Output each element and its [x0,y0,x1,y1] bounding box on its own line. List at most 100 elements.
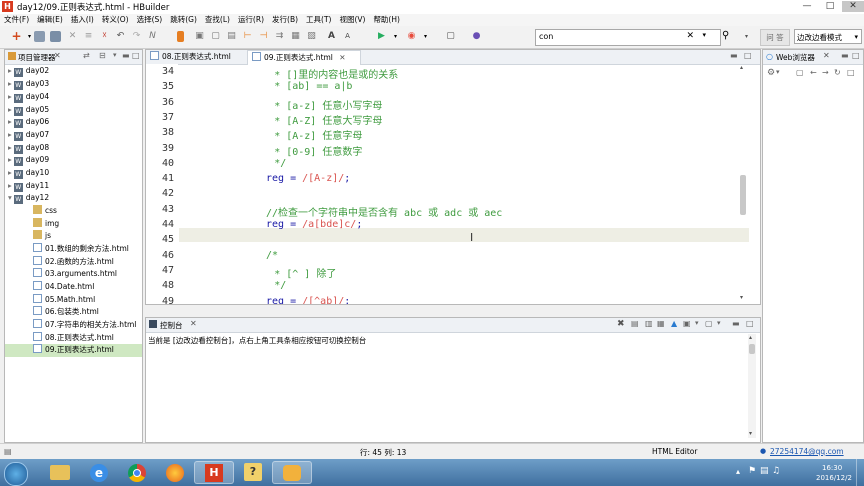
redo-icon[interactable]: ↷ [130,30,143,43]
display-dropdown-icon[interactable]: ▾ [695,319,699,327]
close-tab-icon[interactable]: ✕ [339,53,345,62]
minimize-button[interactable]: — [796,1,818,12]
taskbar-hbuilder[interactable]: H [194,461,234,484]
panel-menu-icon[interactable]: ▾ [113,51,117,59]
menu-help[interactable]: 帮助(H) [369,14,404,26]
tab-08[interactable]: 08.正则表达式.html [146,50,250,64]
search-down-icon[interactable]: ▾ [702,31,706,39]
console-scrollbar[interactable]: ▴ ▾ [748,334,756,438]
taskbar-explorer[interactable] [40,461,80,484]
tree-project-day02[interactable]: ▸ Wday02 [5,65,142,78]
forward-icon[interactable]: → [822,68,829,77]
scroll-down-icon[interactable]: ▾ [749,430,752,437]
code-area[interactable]: * []里的内容也是或的关系 * [ab] == a|b * [a-z] 任意小写字… [146,64,736,304]
flag-icon[interactable]: ⚑ [748,466,756,476]
pin-icon[interactable]: ▲ [671,319,677,328]
taskbar-help[interactable]: ? [234,461,274,484]
scroll-thumb[interactable] [740,175,746,215]
jump-icon[interactable]: ▣ [193,30,206,43]
mode-select[interactable]: 边改边看模式 ▾ [794,29,862,44]
browser-dropdown-icon[interactable]: ▾ [419,30,432,43]
scroll-down-icon[interactable]: ▾ [740,294,743,301]
tree-file[interactable]: 04.Date.html [5,281,142,294]
scroll-up-icon[interactable]: ▴ [740,64,743,71]
search-prev-icon[interactable]: ▾ [740,30,753,43]
scroll-lock-icon[interactable]: ▥ [645,319,653,328]
menu-insert[interactable]: 插入(I) [67,14,98,26]
font-smaller-icon[interactable]: A [341,30,354,43]
minimize-editor-icon[interactable]: ▬ [730,51,738,60]
close-button[interactable]: ✕ [842,1,864,12]
undo-icon[interactable]: ↶ [114,30,127,43]
menu-goto[interactable]: 跳转(G) [166,14,201,26]
tree-file[interactable]: 01.数组的剩余方法.html [5,243,142,256]
browser-run-icon[interactable]: ◉ [405,30,418,43]
search-icon[interactable]: ⚲ [722,30,729,41]
tree-file[interactable]: 05.Math.html [5,294,142,307]
bookmark-icon[interactable] [177,31,184,42]
tree-project-day05[interactable]: ▸ Wday05 [5,104,142,117]
menu-escape[interactable]: 转义(O) [98,14,133,26]
indent-icon[interactable]: ⇉ [273,30,286,43]
network-icon[interactable]: ▤ [760,466,769,476]
taskbar-ie[interactable]: e [80,461,120,484]
gear-dropdown-icon[interactable]: ▾ [776,68,780,76]
view-icon[interactable]: ▢ [209,30,222,43]
tree-project-day06[interactable]: ▸ Wday06 [5,116,142,129]
menu-view[interactable]: 视图(V) [335,14,369,26]
search-input[interactable]: con ✕ ▾ [535,29,721,46]
align-left-icon[interactable]: ⊢ [241,30,254,43]
tree-project-day11[interactable]: ▸ Wday11 [5,180,142,193]
align-right-icon[interactable]: ⊣ [257,30,270,43]
copy-icon[interactable]: ▤ [631,319,639,328]
collapse-icon[interactable]: ▤ [225,30,238,43]
close-console-icon[interactable]: ✕ [190,319,197,328]
ask-button[interactable]: 问 答 [760,29,790,46]
maximize-button[interactable]: □ [819,1,841,12]
plugin-icon[interactable]: ● [470,30,483,43]
menu-run[interactable]: 运行(R) [234,14,268,26]
save-icon[interactable] [34,31,45,42]
tree-project-day04[interactable]: ▸ Wday04 [5,91,142,104]
scroll-up-icon[interactable]: ▴ [749,334,752,341]
clear-console-icon[interactable]: ✖ [617,319,625,329]
tree-project-day09[interactable]: ▸ Wday09 [5,154,142,167]
format-icon[interactable]: ≡ [82,30,95,43]
tree-file[interactable]: 08.正则表达式.html [5,332,142,345]
tree-project-day10[interactable]: ▸ Wday10 [5,167,142,180]
outdent-icon[interactable]: ▦ [289,30,302,43]
new-console-icon[interactable]: ▢ [705,319,713,328]
new-console-dropdown-icon[interactable]: ▾ [717,319,721,327]
taskbar-app[interactable] [272,461,312,484]
menu-find[interactable]: 查找(L) [201,14,234,26]
tree-project-day12[interactable]: ▾ Wday12 [5,192,142,205]
tab-09[interactable]: 09.正则表达式.html ✕ [247,50,361,65]
tray-expand-icon[interactable]: ▴ [736,467,740,476]
close-panel-icon[interactable]: ✕ [54,51,61,60]
tree-file[interactable]: 03.arguments.html [5,268,142,281]
comment-icon[interactable]: ☓ [98,30,111,43]
tree-file-selected[interactable]: 09.正则表达式.html [5,344,142,357]
menu-edit[interactable]: 编辑(E) [33,14,67,26]
tree-project-day08[interactable]: ▸ Wday08 [5,142,142,155]
menu-select[interactable]: 选择(S) [133,14,167,26]
word-wrap-icon[interactable]: ▦ [657,319,665,328]
show-desktop-button[interactable] [856,459,864,486]
display-icon[interactable]: ▣ [683,319,691,328]
font-bigger-icon[interactable]: A [325,30,338,43]
link-icon[interactable]: ⇄ [83,51,90,60]
wrap-icon[interactable]: ▧ [305,30,318,43]
minimize-panel-icon[interactable]: ▬ [841,51,849,60]
minimize-panel-icon[interactable]: ▬ [122,51,130,60]
screen-icon[interactable]: ▢ [796,68,804,77]
tree-folder-css[interactable]: css [5,205,142,218]
tree-file[interactable]: 07.字符串的相关方法.html [5,319,142,332]
taskbar-firefox[interactable] [156,461,196,484]
editor-scrollbar[interactable]: ▴ ▾ [739,64,749,304]
status-panel-icon[interactable]: ▤ [4,447,12,456]
menu-tools[interactable]: 工具(T) [302,14,335,26]
start-button[interactable] [4,462,28,486]
minimize-console-icon[interactable]: ▬ [732,319,740,328]
maximize-editor-icon[interactable]: □ [744,51,752,60]
new-file-icon[interactable]: + [10,30,23,43]
